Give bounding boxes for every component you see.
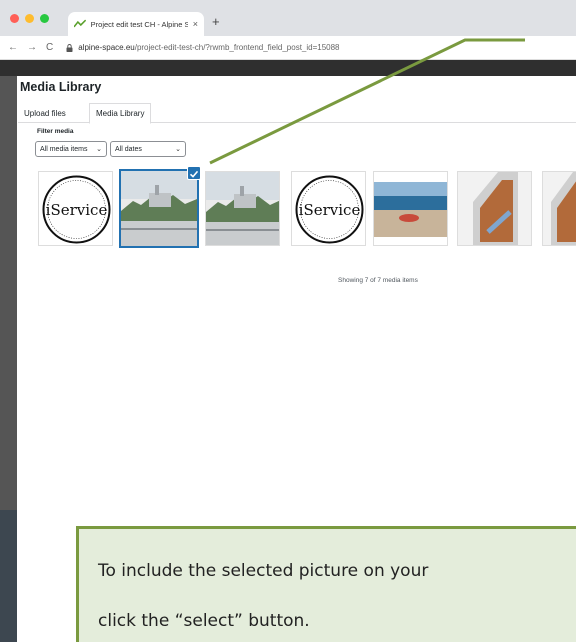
tutorial-pointer-line bbox=[209, 38, 525, 165]
